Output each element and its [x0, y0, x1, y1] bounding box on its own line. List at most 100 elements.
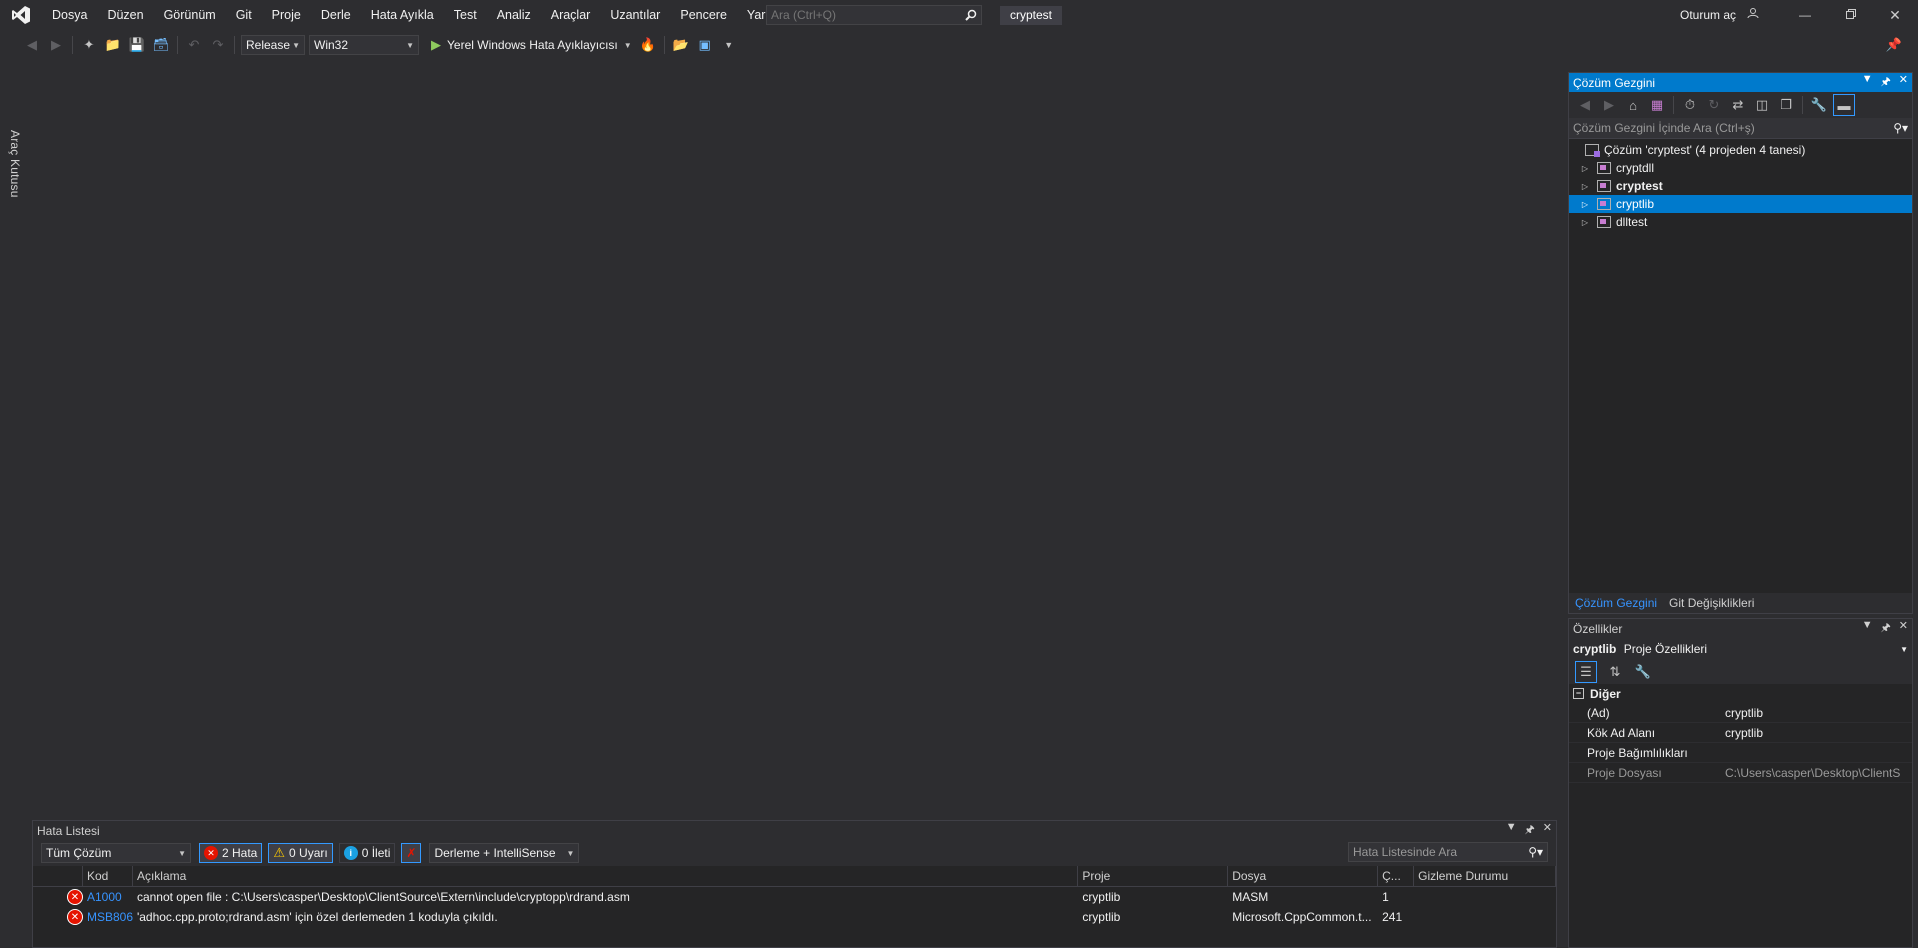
- close-icon[interactable]: ✕: [1899, 619, 1908, 638]
- warnings-filter-button[interactable]: ⚠ 0 Uyarı: [268, 843, 333, 863]
- solution-explorer-header[interactable]: Çözüm Gezgini ▼ 🖈 ✕: [1569, 73, 1912, 92]
- refresh-icon[interactable]: ⇄: [1728, 95, 1748, 115]
- categorized-icon[interactable]: ☰: [1575, 661, 1597, 683]
- menu-test[interactable]: Test: [444, 0, 487, 30]
- redo-icon[interactable]: ↷: [208, 35, 228, 55]
- column-header-file[interactable]: Dosya: [1228, 866, 1379, 886]
- menu-build[interactable]: Derle: [311, 0, 361, 30]
- column-header-code[interactable]: Kod: [83, 866, 133, 886]
- quick-search-input[interactable]: [767, 7, 961, 23]
- screenshot-icon[interactable]: ▣: [695, 35, 715, 55]
- properties-object-selector[interactable]: cryptlib Proje Özellikleri ▼: [1569, 638, 1912, 660]
- home-icon[interactable]: ⌂: [1623, 95, 1643, 115]
- column-header-line[interactable]: Ç...: [1378, 866, 1415, 886]
- menu-debug[interactable]: Hata Ayıkla: [361, 0, 444, 30]
- chevron-down-icon[interactable]: ▼: [1862, 73, 1873, 92]
- chevron-down-icon[interactable]: ▼: [624, 41, 632, 50]
- property-value[interactable]: C:\Users\casper\Desktop\ClientS: [1721, 766, 1912, 780]
- alphabetical-icon[interactable]: ⇅: [1605, 662, 1625, 682]
- property-value[interactable]: cryptlib: [1721, 706, 1912, 720]
- menu-view[interactable]: Görünüm: [154, 0, 226, 30]
- column-header-icon[interactable]: [33, 866, 83, 886]
- back-icon[interactable]: ◀: [1575, 95, 1595, 115]
- property-row[interactable]: Proje Bağımlılıkları: [1569, 743, 1912, 763]
- property-category[interactable]: − Diğer: [1569, 684, 1912, 703]
- user-icon[interactable]: [1747, 8, 1759, 22]
- chevron-down-icon[interactable]: ▼: [1506, 821, 1517, 840]
- switch-views-icon[interactable]: ▦: [1647, 95, 1667, 115]
- pin-icon[interactable]: 🖈: [1881, 619, 1891, 638]
- property-row[interactable]: (Ad) cryptlib: [1569, 703, 1912, 723]
- menu-tools[interactable]: Araçlar: [541, 0, 601, 30]
- close-icon[interactable]: ✕: [1543, 821, 1552, 840]
- forward-icon[interactable]: ▶: [1599, 95, 1619, 115]
- new-project-icon[interactable]: ✦: [79, 35, 99, 55]
- menu-extensions[interactable]: Uzantılar: [600, 0, 670, 30]
- property-row[interactable]: Kök Ad Alanı cryptlib: [1569, 723, 1912, 743]
- close-window-button[interactable]: ✕: [1872, 0, 1918, 30]
- expand-arrow-icon[interactable]: ▷: [1579, 164, 1591, 173]
- toolbar-options-icon[interactable]: ▼: [719, 35, 739, 55]
- source-dropdown[interactable]: Derleme + IntelliSense ▼: [429, 843, 580, 863]
- pin-icon[interactable]: 🖈: [1525, 821, 1535, 840]
- project-node-cryptlib[interactable]: ▷ cryptlib: [1569, 195, 1912, 213]
- navigate-back-icon[interactable]: ◀: [22, 35, 42, 55]
- show-all-files-icon[interactable]: ❐: [1776, 95, 1796, 115]
- start-debugging-button[interactable]: ▶ Yerel Windows Hata Ayıklayıcısı ▼: [427, 35, 636, 55]
- menu-file[interactable]: Dosya: [42, 0, 97, 30]
- configuration-dropdown[interactable]: Release ▼: [241, 35, 305, 55]
- filter-toggle-button[interactable]: ✗: [401, 843, 422, 863]
- messages-filter-button[interactable]: i 0 İleti: [338, 843, 396, 863]
- chevron-down-icon[interactable]: ▼: [1900, 645, 1908, 654]
- property-row[interactable]: Proje Dosyası C:\Users\casper\Desktop\Cl…: [1569, 763, 1912, 783]
- search-icon[interactable]: ⚲▾: [1893, 121, 1908, 135]
- preview-selected-icon[interactable]: ▬: [1833, 94, 1855, 116]
- menu-edit[interactable]: Düzen: [97, 0, 153, 30]
- scope-dropdown[interactable]: Tüm Çözüm ▼: [41, 843, 191, 863]
- collapse-icon[interactable]: −: [1573, 688, 1584, 699]
- sign-in-link[interactable]: Oturum aç: [1680, 0, 1759, 30]
- pin-icon[interactable]: 🖈: [1881, 73, 1891, 92]
- navigate-forward-icon[interactable]: ▶: [46, 35, 66, 55]
- project-node-cryptdll[interactable]: ▷ cryptdll: [1569, 159, 1912, 177]
- close-icon[interactable]: ✕: [1899, 73, 1908, 92]
- search-icon[interactable]: ⚲▾: [1528, 845, 1543, 859]
- sync-icon[interactable]: ↻: [1704, 95, 1724, 115]
- expand-arrow-icon[interactable]: ▷: [1579, 218, 1591, 227]
- save-all-icon[interactable]: 🗃: [151, 35, 171, 55]
- error-search-placeholder[interactable]: Hata Listesinde Ara: [1353, 845, 1457, 859]
- toolbox-tab[interactable]: Araç Kutusu: [8, 130, 22, 198]
- solution-search-placeholder[interactable]: Çözüm Gezgini İçinde Ara (Ctrl+ş): [1573, 121, 1755, 135]
- properties-wrench-icon[interactable]: 🔧: [1809, 95, 1829, 115]
- error-list-header[interactable]: Hata Listesi ▼ 🖈 ✕: [33, 821, 1556, 840]
- table-row[interactable]: ✕ MSB8066 'adhoc.cpp.proto;rdrand.asm' i…: [33, 907, 1556, 927]
- project-node-dlltest[interactable]: ▷ dlltest: [1569, 213, 1912, 231]
- pending-changes-filter-icon[interactable]: ⏱: [1680, 95, 1700, 115]
- restore-button[interactable]: [1828, 0, 1874, 30]
- tab-solution-explorer[interactable]: Çözüm Gezgini: [1569, 596, 1663, 610]
- undo-icon[interactable]: ↶: [184, 35, 204, 55]
- error-code-link[interactable]: A1000: [83, 890, 133, 904]
- error-list-search[interactable]: Hata Listesinde Ara ⚲▾: [1348, 842, 1548, 862]
- minimize-button[interactable]: —: [1782, 0, 1828, 30]
- save-icon[interactable]: 💾: [127, 35, 147, 55]
- properties-header[interactable]: Özellikler ▼ 🖈 ✕: [1569, 619, 1912, 638]
- open-folder-icon[interactable]: 📁: [103, 35, 123, 55]
- menu-window[interactable]: Pencere: [670, 0, 737, 30]
- property-value[interactable]: cryptlib: [1721, 726, 1912, 740]
- tab-git-changes[interactable]: Git Değişiklikleri: [1663, 596, 1760, 610]
- browse-folder-icon[interactable]: 📂: [671, 35, 691, 55]
- expand-arrow-icon[interactable]: ▷: [1579, 200, 1591, 209]
- column-header-description[interactable]: Açıklama: [133, 866, 1079, 886]
- errors-filter-button[interactable]: ✕ 2 Hata: [199, 843, 263, 863]
- menu-project[interactable]: Proje: [262, 0, 311, 30]
- chevron-down-icon[interactable]: ▼: [1862, 619, 1873, 638]
- column-header-project[interactable]: Proje: [1078, 866, 1229, 886]
- column-header-suppression[interactable]: Gizleme Durumu: [1414, 866, 1557, 886]
- project-node-cryptest[interactable]: ▷ cryptest: [1569, 177, 1912, 195]
- menu-analyze[interactable]: Analiz: [487, 0, 541, 30]
- sign-in-label[interactable]: Oturum aç: [1680, 8, 1736, 22]
- property-pages-icon[interactable]: 🔧: [1633, 662, 1653, 682]
- menu-git[interactable]: Git: [226, 0, 262, 30]
- expand-arrow-icon[interactable]: ▷: [1579, 182, 1591, 191]
